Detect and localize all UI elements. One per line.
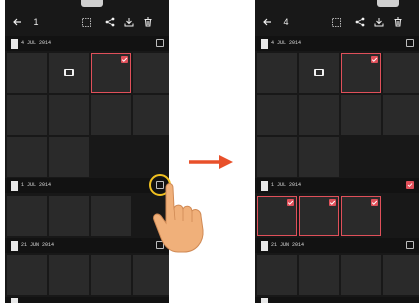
photo-thumbnail[interactable] bbox=[299, 255, 339, 295]
back-arrow-icon[interactable] bbox=[9, 8, 25, 36]
calendar-icon bbox=[261, 39, 268, 49]
photo-thumbnail[interactable] bbox=[133, 53, 169, 93]
date-section-header: 4 JUL 2014 bbox=[5, 36, 169, 51]
photo-thumbnail[interactable] bbox=[299, 53, 339, 93]
photo-thumbnail[interactable] bbox=[49, 137, 89, 177]
selected-check-icon bbox=[371, 199, 378, 206]
photo-thumbnail-selected[interactable] bbox=[341, 53, 381, 93]
select-all-icon[interactable] bbox=[329, 8, 343, 36]
section-date: 21 JUN 2014 bbox=[21, 242, 55, 248]
photo-thumbnail[interactable] bbox=[257, 95, 297, 135]
video-frame-icon bbox=[64, 69, 74, 76]
delete-icon[interactable] bbox=[391, 8, 405, 36]
photo-thumbnail[interactable] bbox=[341, 95, 381, 135]
photo-thumbnail[interactable] bbox=[299, 137, 339, 177]
right-phone-screen: 4 4 JUL 2014 1 JUL 2014 21 JUN 2014 bbox=[255, 0, 419, 303]
section-date: 1 JUL 2014 bbox=[271, 182, 302, 188]
photo-thumbnail[interactable] bbox=[49, 255, 89, 295]
photo-thumbnail-selected[interactable] bbox=[91, 53, 131, 93]
selection-toolbar: 4 bbox=[255, 8, 419, 36]
status-notch bbox=[377, 0, 399, 7]
photo-thumbnail[interactable] bbox=[133, 255, 169, 295]
right-arrow-icon bbox=[189, 155, 233, 169]
date-section-header: 1 JUL 2014 bbox=[5, 178, 169, 193]
tap-hand-icon bbox=[153, 183, 204, 253]
share-icon[interactable] bbox=[353, 8, 367, 36]
calendar-icon bbox=[261, 298, 268, 303]
photo-thumbnail[interactable] bbox=[383, 95, 419, 135]
share-icon[interactable] bbox=[103, 8, 117, 36]
select-all-icon[interactable] bbox=[79, 8, 93, 36]
selected-check-icon bbox=[121, 56, 128, 63]
left-phone-screen: 1 4 JUL 2014 1 JUL 2014 21 JUN 2014 bbox=[5, 0, 169, 303]
selected-count: 1 bbox=[33, 17, 39, 27]
section-checkbox-checked[interactable] bbox=[406, 181, 414, 189]
photo-thumbnail[interactable] bbox=[133, 95, 169, 135]
photo-thumbnail[interactable] bbox=[257, 137, 297, 177]
photo-thumbnail[interactable] bbox=[7, 196, 47, 236]
section-checkbox[interactable] bbox=[406, 241, 414, 249]
photo-thumbnail[interactable] bbox=[49, 53, 89, 93]
photo-thumbnail[interactable] bbox=[91, 255, 131, 295]
photo-thumbnail[interactable] bbox=[299, 95, 339, 135]
calendar-icon bbox=[11, 39, 18, 49]
date-section-header: 21 JUN 2014 bbox=[5, 238, 169, 253]
section-checkbox[interactable] bbox=[406, 39, 414, 47]
photo-thumbnail[interactable] bbox=[7, 95, 47, 135]
calendar-icon bbox=[11, 298, 18, 303]
status-notch bbox=[81, 0, 103, 7]
section-date: 1 JUL 2014 bbox=[21, 182, 52, 188]
date-section-header: 4 JUL 2014 bbox=[255, 36, 419, 51]
selected-count: 4 bbox=[283, 17, 289, 27]
selected-check-icon bbox=[287, 199, 294, 206]
calendar-icon bbox=[11, 181, 18, 191]
photo-thumbnail[interactable] bbox=[341, 255, 381, 295]
date-section-header: 1 JUL 2014 bbox=[255, 178, 419, 193]
photo-thumbnail[interactable] bbox=[257, 53, 297, 93]
download-icon[interactable] bbox=[372, 8, 386, 36]
photo-thumbnail[interactable] bbox=[91, 95, 131, 135]
photo-thumbnail[interactable] bbox=[7, 137, 47, 177]
photo-thumbnail-selected[interactable] bbox=[257, 196, 297, 236]
photo-thumbnail-selected[interactable] bbox=[299, 196, 339, 236]
selected-check-icon bbox=[371, 56, 378, 63]
section-checkbox[interactable] bbox=[156, 39, 164, 47]
section-date: 4 JUL 2014 bbox=[21, 40, 52, 46]
back-arrow-icon[interactable] bbox=[259, 8, 275, 36]
photo-thumbnail[interactable] bbox=[91, 196, 131, 236]
selected-check-icon bbox=[329, 199, 336, 206]
delete-icon[interactable] bbox=[141, 8, 155, 36]
date-section-header bbox=[255, 297, 419, 303]
photo-thumbnail-selected[interactable] bbox=[341, 196, 381, 236]
calendar-icon bbox=[261, 241, 268, 251]
photo-thumbnail[interactable] bbox=[7, 53, 47, 93]
date-section-header: 21 JUN 2014 bbox=[255, 238, 419, 253]
photo-thumbnail[interactable] bbox=[383, 53, 419, 93]
photo-thumbnail[interactable] bbox=[257, 255, 297, 295]
selection-toolbar: 1 bbox=[5, 8, 169, 36]
download-icon[interactable] bbox=[122, 8, 136, 36]
photo-thumbnail[interactable] bbox=[7, 255, 47, 295]
photo-thumbnail[interactable] bbox=[383, 255, 419, 295]
calendar-icon bbox=[261, 181, 268, 191]
section-date: 4 JUL 2014 bbox=[271, 40, 302, 46]
date-section-header bbox=[5, 297, 169, 303]
photo-thumbnail[interactable] bbox=[49, 95, 89, 135]
video-frame-icon bbox=[314, 69, 324, 76]
section-date: 21 JUN 2014 bbox=[271, 242, 305, 248]
photo-thumbnail[interactable] bbox=[49, 196, 89, 236]
calendar-icon bbox=[11, 241, 18, 251]
